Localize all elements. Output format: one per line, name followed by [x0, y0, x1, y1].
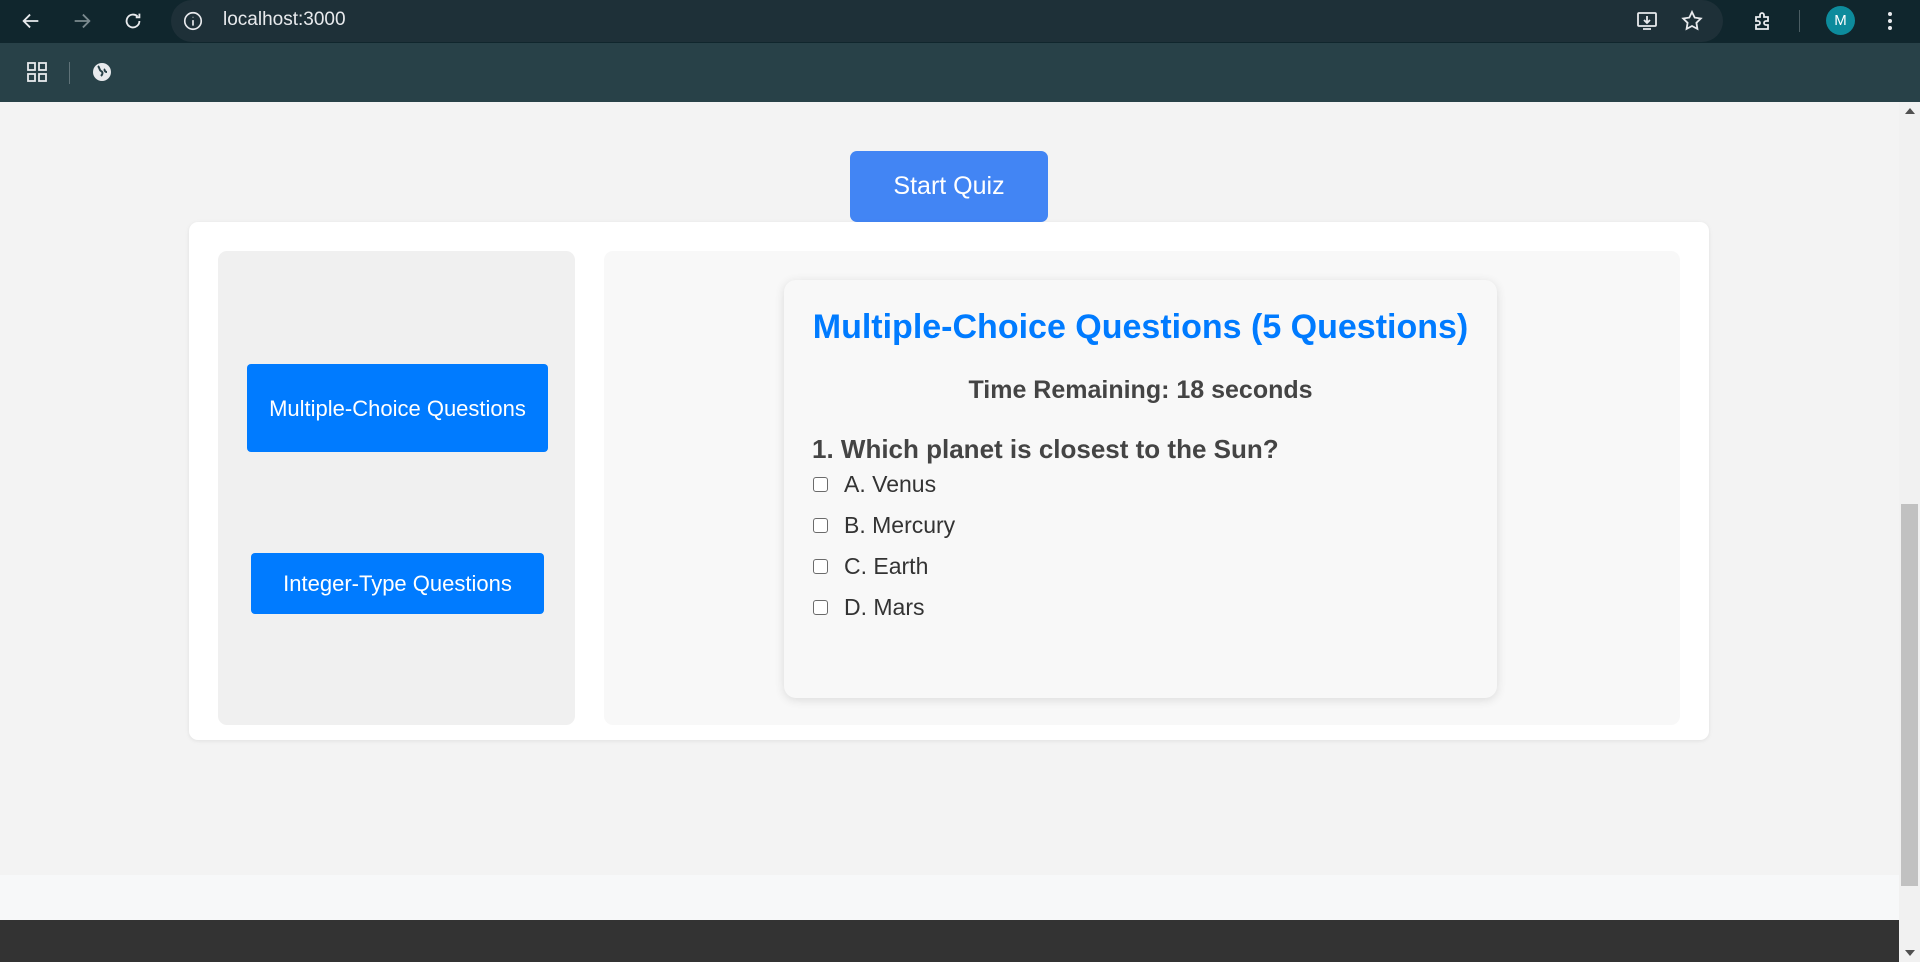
option-d[interactable]: D. Mars	[813, 592, 925, 622]
reload-icon	[125, 13, 141, 29]
address-bar[interactable]: localhost:3000	[171, 0, 1723, 42]
section-title: Multiple-Choice Questions (5 Questions)	[812, 308, 1469, 346]
question-panel: Multiple-Choice Questions (5 Questions) …	[604, 251, 1680, 725]
profile-avatar[interactable]: M	[1826, 6, 1855, 35]
option-checkbox[interactable]	[813, 476, 828, 492]
scroll-up-arrow-icon[interactable]	[1899, 102, 1920, 119]
start-quiz-button[interactable]: Start Quiz	[850, 151, 1048, 222]
browser-toolbar: localhost:3000 M	[0, 0, 1920, 43]
option-b[interactable]: B. Mercury	[813, 510, 955, 540]
option-c[interactable]: C. Earth	[813, 551, 928, 581]
install-app-icon[interactable]	[1632, 6, 1662, 36]
option-checkbox[interactable]	[813, 517, 828, 533]
option-checkbox[interactable]	[813, 599, 828, 615]
reload-button[interactable]	[118, 6, 148, 36]
kebab-menu-icon[interactable]	[1875, 6, 1905, 36]
scroll-down-arrow-icon[interactable]	[1899, 945, 1920, 962]
bookmarks-bar	[0, 43, 1920, 102]
page-content: Start Quiz Multiple-Choice Questions Int…	[0, 102, 1899, 962]
question-text: 1. Which planet is closest to the Sun?	[812, 434, 1279, 464]
site-info-icon[interactable]	[182, 10, 204, 32]
scrollbar-thumb[interactable]	[1901, 504, 1918, 886]
option-label: B. Mercury	[844, 511, 956, 538]
url-text: localhost:3000	[223, 9, 346, 30]
option-label: C. Earth	[844, 552, 929, 579]
arrow-left-icon	[22, 13, 39, 29]
question-card: Multiple-Choice Questions (5 Questions) …	[784, 280, 1497, 698]
back-button[interactable]	[16, 6, 46, 36]
toolbar-divider	[1799, 10, 1800, 32]
option-a[interactable]: A. Venus	[813, 469, 936, 499]
question-type-sidebar: Multiple-Choice Questions Integer-Type Q…	[218, 251, 575, 725]
quiz-container: Multiple-Choice Questions Integer-Type Q…	[189, 222, 1709, 740]
option-label: A. Venus	[844, 470, 937, 497]
option-checkbox[interactable]	[813, 558, 828, 574]
forward-button[interactable]	[67, 6, 97, 36]
arrow-right-icon	[74, 13, 91, 29]
apps-grid-icon[interactable]	[22, 57, 52, 87]
vertical-scrollbar[interactable]	[1899, 102, 1920, 962]
multiple-choice-button[interactable]: Multiple-Choice Questions	[247, 364, 548, 452]
bookmarks-divider	[69, 62, 70, 84]
globe-icon[interactable]	[87, 57, 117, 87]
timer-text: Time Remaining: 18 seconds	[968, 376, 1313, 404]
extensions-icon[interactable]	[1748, 6, 1778, 36]
page-bottom-band	[0, 875, 1899, 922]
bookmark-star-icon[interactable]	[1677, 6, 1707, 36]
option-label: D. Mars	[844, 593, 925, 620]
page-footer	[0, 920, 1899, 962]
integer-type-button[interactable]: Integer-Type Questions	[251, 553, 544, 614]
